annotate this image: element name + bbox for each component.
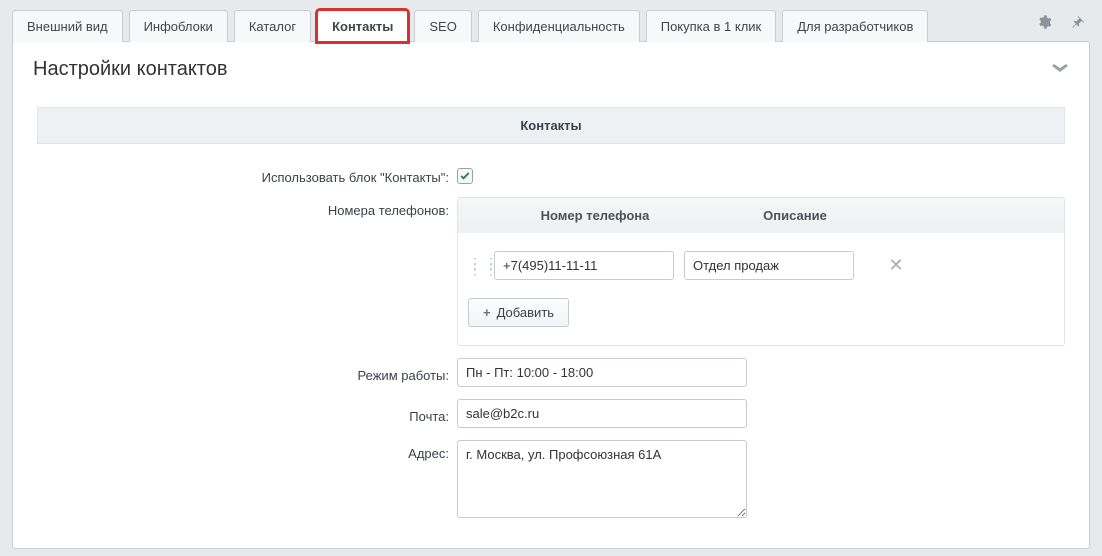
tab-label: Каталог <box>249 19 296 34</box>
row-address: Адрес: <box>37 440 1065 521</box>
tab-label: Контакты <box>332 19 393 34</box>
tab-privacy[interactable]: Конфиденциальность <box>478 10 640 42</box>
phones-table-body: ⋮⋮⋮⋮ ✕ + Добавить <box>458 233 1064 345</box>
settings-panel: Настройки контактов Контакты Использоват… <box>12 41 1090 549</box>
tab-label: Покупка в 1 клик <box>661 19 762 34</box>
phone-number-input[interactable] <box>494 251 674 280</box>
phone-row: ⋮⋮⋮⋮ ✕ <box>468 251 1054 280</box>
email-label: Почта: <box>37 403 457 424</box>
gear-icon[interactable] <box>1030 8 1058 41</box>
phones-col-phone: Номер телефона <box>490 198 700 233</box>
collapse-icon[interactable] <box>1051 62 1069 78</box>
phones-table-head: Номер телефона Описание <box>458 198 1064 233</box>
drag-handle-icon[interactable]: ⋮⋮⋮⋮ <box>468 260 484 272</box>
tab-label: Конфиденциальность <box>493 19 625 34</box>
tab-oneclick[interactable]: Покупка в 1 клик <box>646 10 777 42</box>
tab-catalog[interactable]: Каталог <box>234 10 311 42</box>
tabs-bar: Внешний вид Инфоблоки Каталог Контакты S… <box>0 0 1102 41</box>
tab-seo[interactable]: SEO <box>414 10 471 42</box>
delete-row-icon[interactable]: ✕ <box>884 255 908 276</box>
tab-infoblocks[interactable]: Инфоблоки <box>129 10 228 42</box>
add-phone-label: Добавить <box>497 305 554 320</box>
tab-developers[interactable]: Для разработчиков <box>782 10 928 42</box>
tab-label: SEO <box>429 19 456 34</box>
add-phone-button[interactable]: + Добавить <box>468 298 569 327</box>
address-label: Адрес: <box>37 440 457 461</box>
row-email: Почта: <box>37 399 1065 428</box>
phone-desc-input[interactable] <box>684 251 854 280</box>
phones-label: Номера телефонов: <box>37 197 457 218</box>
plus-icon: + <box>483 305 491 320</box>
schedule-label: Режим работы: <box>37 362 457 383</box>
use-block-checkbox[interactable] <box>457 168 473 184</box>
section-header: Контакты <box>37 107 1065 144</box>
tab-label: Для разработчиков <box>797 19 913 34</box>
panel-body: Контакты Использовать блок "Контакты": Н… <box>13 97 1089 548</box>
email-input[interactable] <box>457 399 747 428</box>
use-block-label: Использовать блок "Контакты": <box>37 164 457 185</box>
tab-appearance[interactable]: Внешний вид <box>12 10 123 42</box>
tab-label: Внешний вид <box>27 19 108 34</box>
schedule-input[interactable] <box>457 358 747 387</box>
row-use-block: Использовать блок "Контакты": <box>37 164 1065 185</box>
tab-contacts[interactable]: Контакты <box>317 10 408 42</box>
row-schedule: Режим работы: <box>37 358 1065 387</box>
address-textarea[interactable] <box>457 440 747 518</box>
row-phones: Номера телефонов: Номер телефона Описани… <box>37 197 1065 346</box>
panel-header: Настройки контактов <box>13 42 1089 97</box>
phones-col-desc: Описание <box>700 198 890 233</box>
phones-table: Номер телефона Описание ⋮⋮⋮⋮ ✕ + <box>457 197 1065 346</box>
tab-label: Инфоблоки <box>144 19 213 34</box>
panel-title: Настройки контактов <box>33 58 1051 81</box>
pin-icon[interactable] <box>1064 9 1090 40</box>
